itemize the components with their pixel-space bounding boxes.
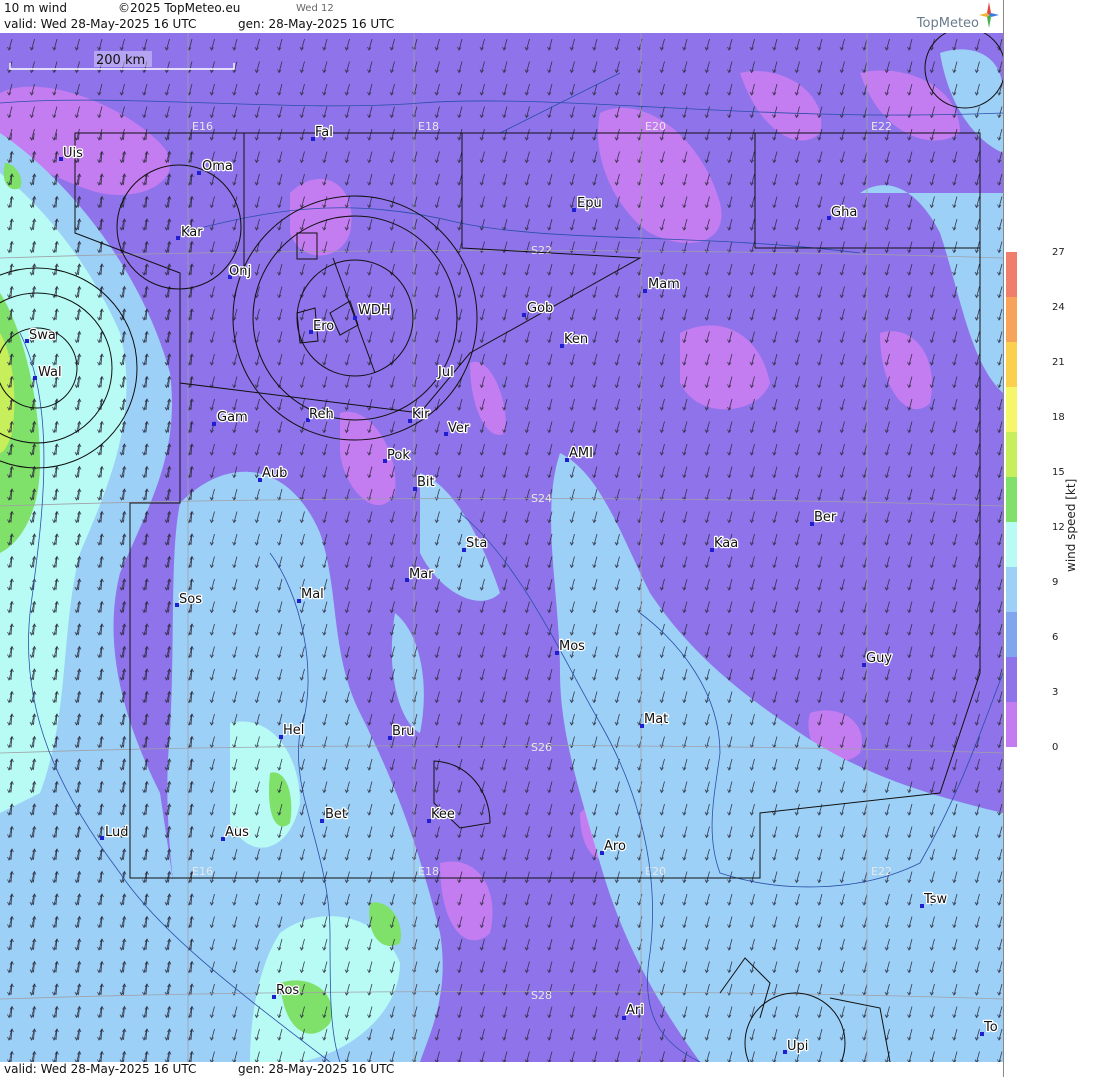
place-mar: Mar [409, 567, 434, 582]
legend-color-bar [1006, 252, 1017, 747]
lat-label-1: S22 [531, 244, 552, 257]
legend-tick-9: 9 [1052, 577, 1059, 588]
place-hel: Hel [283, 723, 304, 738]
valid-time: valid: Wed 28-May-2025 16 UTC [4, 17, 197, 31]
place-wdh: WDH [358, 303, 391, 318]
place-fal: Fal [315, 125, 333, 140]
place-aus: Aus [225, 825, 249, 840]
lat-label-2: S24 [531, 492, 552, 505]
place-gha: Gha [831, 205, 857, 220]
wind-map[interactable]: E16 E18 E20 E22 E16 E18 E20 E22 S22 S24 … [0, 33, 1003, 1062]
place-mam: Mam [648, 277, 680, 292]
legend-color-step [1006, 567, 1017, 612]
lon-label-bottom-1: E16 [192, 865, 213, 878]
legend-tick-21: 21 [1052, 357, 1065, 368]
place-mos: Mos [559, 639, 585, 654]
place-tsw: Tsw [923, 892, 948, 907]
legend-color-step [1006, 297, 1017, 342]
wind-speed-legend: 27 24 21 18 15 12 9 6 3 0 wind speed [kt… [1003, 0, 1095, 1077]
place-oma: Oma [202, 159, 233, 174]
place-ero: Ero [313, 319, 334, 334]
place-onj: Onj [229, 264, 251, 279]
place-aub: Aub [262, 466, 287, 481]
place-upi: Upi [787, 1039, 808, 1054]
place-kaa: Kaa [714, 536, 738, 551]
legend-tick-15: 15 [1052, 467, 1065, 478]
lon-label-bottom-3: E20 [645, 865, 666, 878]
place-kar: Kar [181, 225, 203, 240]
place-to: To [983, 1020, 998, 1035]
place-wal: Wal [38, 365, 62, 380]
place-ros: Ros [276, 983, 299, 998]
place-ari: Ari [626, 1003, 644, 1018]
lon-label-top-2: E18 [418, 120, 439, 133]
product-title: 10 m wind [4, 1, 67, 15]
scale-bar-label: 200 km [96, 53, 145, 68]
lon-label-top-3: E20 [645, 120, 666, 133]
legend-tick-24: 24 [1052, 302, 1065, 313]
day-label: Wed 12 [296, 3, 334, 14]
generated-time: gen: 28-May-2025 16 UTC [238, 17, 395, 31]
legend-tick-12: 12 [1052, 522, 1065, 533]
place-ver: Ver [448, 421, 470, 436]
place-mal: Mal [301, 587, 324, 602]
place-kir: Kir [412, 407, 430, 422]
place-pok: Pok [387, 448, 410, 463]
legend-color-step [1006, 522, 1017, 567]
topmeteo-logo: TopMeteo [916, 16, 979, 31]
legend-color-step [1006, 342, 1017, 387]
place-sta: Sta [466, 536, 487, 551]
place-swa: Swa [29, 328, 56, 343]
legend-tick-18: 18 [1052, 412, 1065, 423]
compass-logo-icon [979, 2, 999, 28]
place-mat: Mat [644, 712, 668, 727]
place-bru: Bru [392, 724, 415, 739]
footer: valid: Wed 28-May-2025 16 UTC gen: 28-Ma… [0, 1062, 1003, 1077]
legend-tick-3: 3 [1052, 687, 1059, 698]
place-epu: Epu [577, 196, 602, 211]
place-ken: Ken [564, 332, 588, 347]
wind-arrows-coastal [0, 133, 200, 1062]
place-gam: Gam [217, 410, 248, 425]
lon-label-top-1: E16 [192, 120, 213, 133]
legend-color-step [1006, 432, 1017, 477]
legend-color-step [1006, 612, 1017, 657]
place-ami: AMI [569, 446, 593, 461]
place-bet: Bet [325, 807, 347, 822]
lat-label-3: S26 [531, 741, 552, 754]
place-reh: Reh [309, 407, 334, 422]
place-bit: Bit [417, 475, 435, 490]
legend-color-step [1006, 387, 1017, 432]
lon-label-bottom-2: E18 [418, 865, 439, 878]
place-jul: Jul [437, 365, 454, 380]
footer-generated-time: gen: 28-May-2025 16 UTC [238, 1062, 395, 1076]
legend-color-step [1006, 252, 1017, 297]
place-guy: Guy [866, 651, 892, 666]
place-kee: Kee [431, 807, 455, 822]
place-ber: Ber [814, 510, 837, 525]
place-aro: Aro [604, 839, 626, 854]
legend-color-step [1006, 477, 1017, 522]
legend-color-step [1006, 657, 1017, 702]
legend-tick-27: 27 [1052, 247, 1065, 258]
legend-tick-6: 6 [1052, 632, 1059, 643]
copyright: ©2025 TopMeteo.eu [118, 1, 241, 15]
place-gob: Gob [527, 301, 553, 316]
header: 10 m wind ©2025 TopMeteo.eu Wed 12 valid… [0, 0, 1003, 33]
place-sos: Sos [179, 592, 202, 607]
place-uis: Uis [63, 146, 83, 161]
lat-label-4: S28 [531, 989, 552, 1002]
legend-tick-0: 0 [1052, 742, 1059, 753]
legend-title: wind speed [kt] [1064, 478, 1078, 572]
legend-color-step [1006, 702, 1017, 747]
place-lud: Lud [105, 825, 129, 840]
lon-label-top-4: E22 [871, 120, 892, 133]
footer-valid-time: valid: Wed 28-May-2025 16 UTC [4, 1062, 197, 1076]
lon-label-bottom-4: E22 [871, 865, 892, 878]
